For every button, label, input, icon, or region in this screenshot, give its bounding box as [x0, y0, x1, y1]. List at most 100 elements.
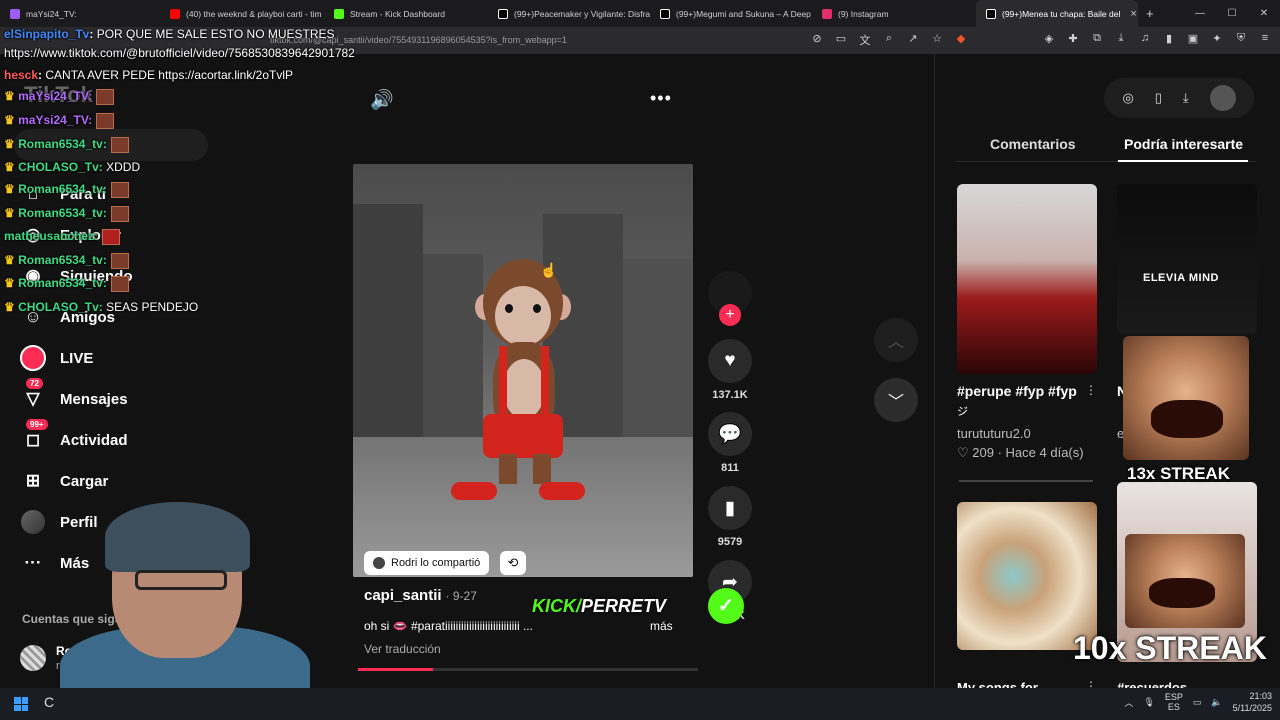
bookmark-icon[interactable]: ▮	[708, 486, 752, 530]
red-shorts	[483, 414, 563, 458]
suggested-video-thumbnail[interactable]	[1117, 184, 1257, 334]
tab-label: (9) Instagram	[838, 8, 889, 19]
sidebar-item-cargar[interactable]: ⊞ Cargar	[20, 468, 108, 494]
crown-icon: ♛	[4, 182, 15, 197]
caption-more-link[interactable]: más	[650, 619, 673, 633]
comment-action[interactable]: 💬 811	[708, 412, 752, 474]
active-tab-indicator	[1118, 160, 1248, 162]
meme-face-overlay	[1125, 534, 1245, 628]
next-video-button[interactable]: ﹀	[874, 378, 918, 422]
suggested-caption[interactable]: My songs for	[957, 680, 1038, 688]
new-tab-button[interactable]: +	[1138, 6, 1162, 21]
crown-icon: ♛	[4, 276, 15, 291]
chat-text: POR QUE ME SALE ESTO NO MUESTRES	[96, 27, 335, 41]
volume-tray-icon[interactable]: 🔈	[1211, 697, 1222, 708]
suggested-caption[interactable]: #recuerdos	[1117, 680, 1187, 688]
suggested-user[interactable]: turututuru2.0	[957, 426, 1031, 441]
sidebar-item-live[interactable]: LIVE	[20, 345, 93, 371]
user-avatar[interactable]	[1209, 85, 1236, 111]
downloads-icon[interactable]: ⤓	[1114, 32, 1128, 45]
clock[interactable]: 21:03 5/11/2025	[1233, 690, 1272, 714]
shared-by-chip[interactable]: Rodri lo compartió	[364, 551, 490, 575]
download-icon[interactable]: ⤓	[1183, 90, 1189, 106]
translate-icon[interactable]: 文	[858, 32, 872, 48]
chat-username: hesck	[4, 68, 39, 82]
chat-message: ♛ CHOLASO_Tv: SEAS PENDEJO	[4, 300, 198, 314]
streamer-glasses	[135, 570, 227, 590]
tab-comentarios[interactable]: Comentarios	[990, 136, 1076, 152]
close-window-button[interactable]: ✕	[1248, 0, 1280, 27]
screen-icon[interactable]: ▭	[834, 32, 848, 48]
language-indicator[interactable]: ESP ES	[1165, 692, 1183, 712]
media-icon[interactable]: ♫	[1138, 32, 1152, 45]
video-player[interactable]	[353, 164, 693, 577]
suggested-caption[interactable]: #perupe #fyp #fyp	[957, 383, 1077, 399]
windows-start-icon[interactable]	[14, 697, 28, 711]
activity-badge: 99+	[26, 419, 48, 430]
kick-watermark: KICK/PERRETV	[532, 596, 666, 617]
heart-icon[interactable]: ♥	[708, 339, 752, 383]
brave-shield-icon[interactable]: ◆	[954, 32, 968, 48]
close-tab-icon[interactable]: ×	[1130, 8, 1136, 20]
instagram-icon	[822, 8, 832, 19]
suggested-video-thumbnail[interactable]	[957, 184, 1097, 374]
menu-icon[interactable]: ≡	[1258, 32, 1272, 45]
chat-message: elSinpapito_Tv: POR QUE ME SALE ESTO NO …	[4, 27, 335, 41]
kebab-icon[interactable]: ⋮	[1085, 679, 1097, 688]
more-icon: ···	[24, 553, 42, 572]
overall-strap	[499, 346, 507, 420]
phone-icon[interactable]: ▯	[1155, 90, 1162, 106]
suggested-video-thumbnail[interactable]	[957, 502, 1097, 650]
no-tracking-icon[interactable]: ⊘	[810, 32, 824, 48]
previous-video-button[interactable]: ︿	[874, 318, 918, 362]
mouse-cursor-icon: ☝	[540, 262, 558, 278]
browser-tab[interactable]: Stream - Kick Dashboard	[324, 0, 488, 27]
meme-face-overlay	[1123, 336, 1249, 460]
extensions-icon[interactable]: ✚	[1066, 32, 1080, 45]
network-icon[interactable]: ▭	[1193, 697, 1202, 708]
browser-tab[interactable]: (99+)Peacemaker y Vigilante: Disfrac	[488, 0, 650, 27]
browser-tab[interactable]: (40) the weeknd & playboi carti - tim	[160, 0, 324, 27]
chat-username: maYsi24_TV:	[18, 89, 93, 104]
comment-icon[interactable]: 💬	[708, 412, 752, 456]
wallet2-icon[interactable]: ▣	[1186, 32, 1200, 45]
leo-icon[interactable]: ✦	[1210, 32, 1224, 45]
chat-emote	[110, 182, 129, 198]
kebab-icon[interactable]: ⋮	[1085, 383, 1097, 397]
tab-podria-interesarte[interactable]: Podría interesarte	[1124, 136, 1243, 152]
like-action[interactable]: ♥ 137.1K	[708, 339, 752, 401]
volume-icon[interactable]: 🔊	[370, 88, 394, 112]
zoom-icon[interactable]: ⌕	[882, 32, 896, 48]
save-action[interactable]: ▮ 9579	[708, 486, 752, 548]
more-options-icon[interactable]: •••	[650, 88, 672, 109]
browser-tab[interactable]: maYsi24_TV:	[0, 0, 160, 27]
maximize-button[interactable]: ☐	[1216, 0, 1248, 27]
bookmark-star-icon[interactable]: ☆	[930, 32, 944, 48]
browser-tab[interactable]: (9) Instagram	[812, 0, 976, 27]
follow-button[interactable]: +	[719, 304, 741, 326]
coin-icon[interactable]: ◎	[1122, 90, 1133, 106]
tray-chevron-icon[interactable]: ︿	[1124, 696, 1133, 709]
sidebar-item-actividad[interactable]: ◻ 99+ Actividad	[20, 419, 128, 453]
taskbar-search-icon[interactable]: C	[44, 694, 54, 710]
share-icon[interactable]: ↗	[906, 32, 920, 48]
browser-tab[interactable]: (99+)Megumi and Sukuna – A Deep	[650, 0, 812, 27]
translate-link[interactable]: Ver traducción	[364, 642, 441, 656]
video-progress-bar[interactable]	[358, 668, 698, 671]
kick-channel: PERRETV	[581, 596, 667, 616]
sidebar-icon[interactable]: ▮	[1162, 32, 1176, 45]
vpn-icon[interactable]: ⛨	[1234, 32, 1248, 45]
sidebar-item-mensajes[interactable]: ▽ 72 Mensajes	[20, 378, 128, 412]
video-author[interactable]: capi_santii · 9-27	[364, 587, 477, 604]
microphone-icon[interactable]: 🎙	[1143, 697, 1154, 708]
browser-tab-active[interactable]: (99+)Menea tu chapa: Baile del ×	[976, 0, 1138, 27]
tab-favicon	[10, 8, 20, 19]
streamer-hair	[105, 502, 250, 572]
repost-icon[interactable]: ⟲	[500, 551, 526, 575]
minimize-button[interactable]: —	[1184, 0, 1216, 27]
progress-fill	[358, 668, 433, 671]
chat-message: https://www.tiktok.com/@brutofficiel/vid…	[4, 46, 355, 60]
toolbar-icons: ◈ ✚ ⧉ ⤓ ♫ ▮ ▣ ✦ ⛨ ≡	[1042, 32, 1272, 45]
screenshot-icon[interactable]: ⧉	[1090, 32, 1104, 45]
wallet-icon[interactable]: ◈	[1042, 32, 1056, 45]
